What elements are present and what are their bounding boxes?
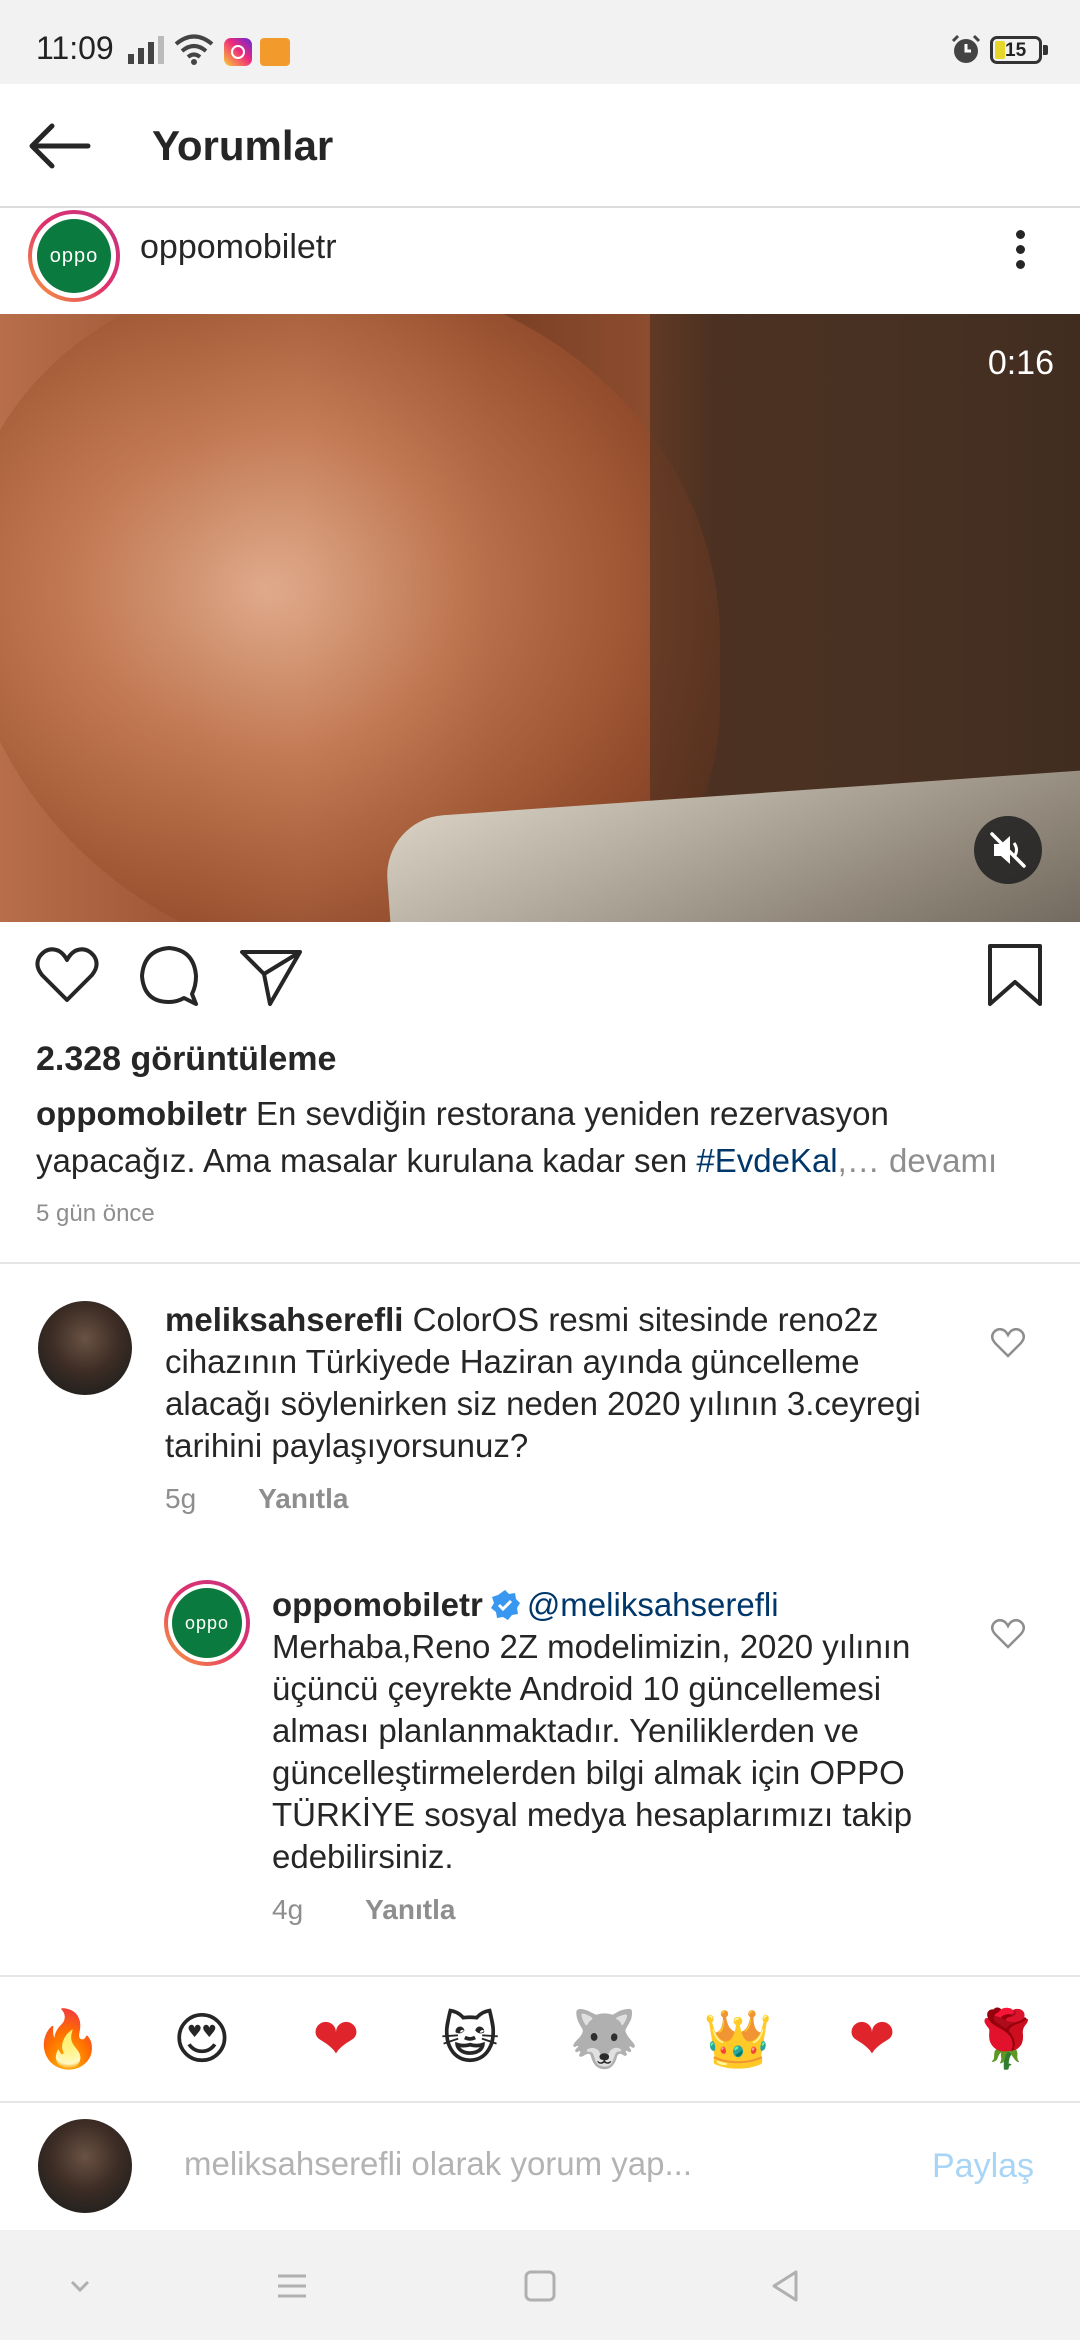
- share-icon[interactable]: [236, 940, 306, 1010]
- emoji-bar: 🔥 😍 ❤ 😺 🐺 👑 ❤ 🌹: [0, 1975, 1080, 2103]
- reply-avatar[interactable]: oppo: [164, 1580, 250, 1666]
- comment-like-icon[interactable]: [990, 1618, 1026, 1650]
- comment-username[interactable]: oppomobiletr: [272, 1586, 483, 1623]
- instagram-icon: [224, 38, 252, 66]
- comment-username[interactable]: meliksahserefli: [165, 1301, 403, 1338]
- verified-badge-icon: [490, 1590, 520, 1620]
- battery-icon: 15: [990, 36, 1048, 64]
- wifi-icon: [174, 34, 214, 65]
- menu-icon[interactable]: [272, 2266, 312, 2306]
- top-bar: Yorumlar: [0, 84, 1080, 208]
- comment-input[interactable]: meliksahserefli olarak yorum yap...: [184, 2145, 692, 2183]
- view-count: 2.328 görüntüleme: [36, 1040, 337, 1078]
- emoji-fire[interactable]: 🔥: [28, 2005, 108, 2075]
- signal-icon: [128, 36, 164, 64]
- page-title: Yorumlar: [152, 122, 334, 169]
- post-age: 5 gün önce: [36, 1200, 155, 1227]
- emoji-crown[interactable]: 👑: [698, 2005, 778, 2075]
- heart-icon[interactable]: [32, 940, 102, 1010]
- comment-meta: 4g Yanıtla: [272, 1894, 455, 1926]
- status-time: 11:09: [36, 30, 114, 66]
- comment-icon[interactable]: [134, 940, 204, 1010]
- comment-meta: 5g Yanıtla: [165, 1483, 348, 1515]
- emoji-red-heart[interactable]: ❤: [832, 2005, 912, 2075]
- oppo-logo: oppo: [172, 1588, 242, 1658]
- emoji-rose[interactable]: 🌹: [966, 2005, 1046, 2075]
- mute-icon[interactable]: [974, 816, 1042, 884]
- emoji-red-heart[interactable]: ❤: [296, 2005, 376, 2075]
- home-icon[interactable]: [520, 2266, 560, 2306]
- app-icon: [260, 38, 290, 66]
- caption-hashtag[interactable]: #EvdeKal: [696, 1142, 837, 1179]
- comment-age: 5g: [165, 1483, 197, 1514]
- alarm-icon: [951, 34, 981, 63]
- commenter-avatar[interactable]: [38, 1301, 132, 1395]
- status-bar: 11:09 15: [0, 0, 1080, 84]
- post-actions: [0, 940, 1080, 1020]
- system-nav-bar: [0, 2230, 1080, 2340]
- back-arrow-icon[interactable]: [22, 114, 94, 178]
- post-caption: oppomobiletr En sevdiğin restorana yenid…: [36, 1090, 1046, 1184]
- chevron-down-icon[interactable]: [60, 2266, 100, 2306]
- comment-body: Merhaba,Reno 2Z modelimizin, 2020 yılını…: [272, 1628, 913, 1875]
- emoji-heart-eyes[interactable]: 😍: [162, 2005, 242, 2075]
- reply-button[interactable]: Yanıtla: [365, 1894, 455, 1925]
- post-username[interactable]: oppomobiletr: [140, 228, 337, 267]
- emoji-wolf[interactable]: 🐺: [564, 2005, 644, 2075]
- post-comment-button[interactable]: Paylaş: [932, 2147, 1034, 2186]
- divider: [0, 1262, 1080, 1264]
- oppo-logo: oppo: [37, 219, 111, 293]
- emoji-cat[interactable]: 😺: [430, 2005, 510, 2075]
- back-icon[interactable]: [766, 2266, 806, 2306]
- post-header: oppo oppomobiletr: [0, 210, 1080, 314]
- comment-like-icon[interactable]: [990, 1327, 1026, 1359]
- comment-age: 4g: [272, 1894, 304, 1925]
- comment-mention[interactable]: @meliksahserefli: [527, 1586, 779, 1623]
- my-avatar: [38, 2119, 132, 2213]
- reply-button[interactable]: Yanıtla: [258, 1483, 348, 1514]
- comment-text: oppomobiletr @meliksahserefli Merhaba,Re…: [272, 1584, 972, 1878]
- comment-text: meliksahserefli ColorOS resmi sitesinde …: [165, 1299, 945, 1467]
- comment-composer: meliksahserefli olarak yorum yap... Payl…: [0, 2105, 1080, 2230]
- bookmark-icon[interactable]: [980, 940, 1050, 1010]
- post-video[interactable]: 0:16: [0, 314, 1080, 922]
- more-options-icon[interactable]: [1000, 224, 1040, 284]
- post-avatar[interactable]: oppo: [28, 210, 120, 302]
- video-time: 0:16: [987, 344, 1054, 382]
- battery-level: 15: [1005, 40, 1027, 61]
- caption-username[interactable]: oppomobiletr: [36, 1095, 247, 1132]
- caption-more-link[interactable]: ,… devamı: [838, 1142, 998, 1179]
